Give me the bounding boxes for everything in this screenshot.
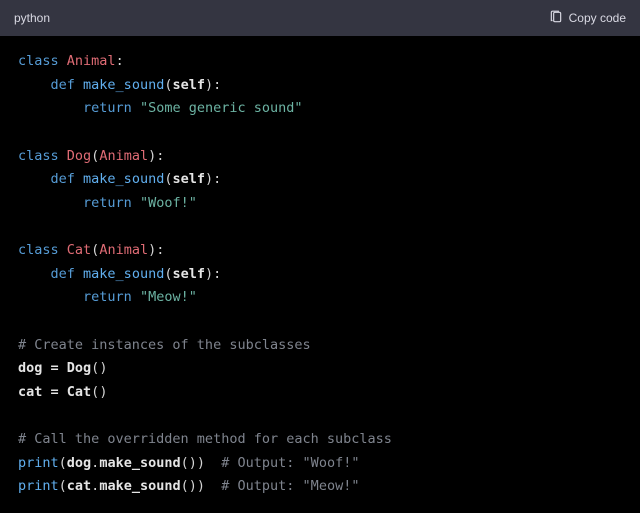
code-block: python Copy code class Animal: def make_…: [0, 0, 640, 513]
language-label: python: [14, 11, 50, 25]
code-header: python Copy code: [0, 0, 640, 36]
clipboard-icon: [549, 10, 563, 27]
code-area[interactable]: class Animal: def make_sound(self): retu…: [0, 36, 640, 513]
copy-code-label: Copy code: [569, 11, 626, 25]
copy-code-button[interactable]: Copy code: [549, 10, 626, 27]
code-content: class Animal: def make_sound(self): retu…: [18, 50, 622, 499]
